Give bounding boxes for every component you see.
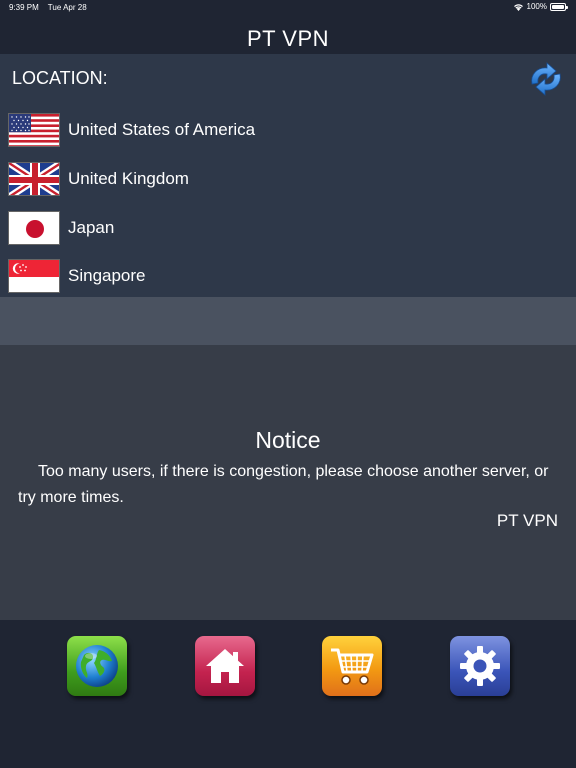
server-name: United Kingdom (68, 169, 189, 189)
refresh-button[interactable] (526, 62, 566, 96)
tab-bar (0, 620, 576, 768)
wifi-icon (513, 3, 523, 11)
server-item-uk[interactable]: United Kingdom (0, 155, 576, 204)
server-name: Singapore (68, 266, 146, 286)
server-name: Japan (68, 217, 115, 237)
location-header: LOCATION: (12, 68, 108, 88)
app-title: PT VPN (246, 26, 330, 51)
location-panel: LOCATION: United States of America Unite… (0, 54, 576, 297)
status-date: Tue Apr 28 (47, 3, 87, 12)
battery-icon (550, 2, 568, 11)
japan-flag-icon (8, 210, 60, 245)
gear-icon (460, 646, 500, 686)
cart-tab-button[interactable] (322, 636, 382, 696)
settings-tab-button[interactable] (450, 636, 510, 696)
singapore-flag-icon (8, 259, 60, 294)
status-bar: 9:39 PM Tue Apr 28 100% (0, 0, 576, 16)
divider-band (0, 297, 576, 345)
refresh-icon (531, 62, 561, 96)
battery-percent: 100% (526, 2, 547, 11)
home-icon (206, 649, 244, 683)
notice-signature: PT VPN (496, 511, 558, 530)
server-list: United States of America United Kingdom (0, 106, 576, 301)
server-item-usa[interactable]: United States of America (0, 106, 576, 155)
notice-text: Too many users, if there is congestion, … (18, 463, 549, 506)
globe-tab-button[interactable] (67, 636, 127, 696)
status-right: 100% (513, 2, 568, 11)
status-left: 9:39 PM Tue Apr 28 (9, 3, 87, 12)
notice-panel: Notice Too many users, if there is conge… (0, 345, 576, 620)
status-time: 9:39 PM (9, 3, 39, 12)
server-item-singapore[interactable]: Singapore (0, 252, 576, 301)
server-name: United States of America (68, 120, 256, 140)
server-item-japan[interactable]: Japan (0, 203, 576, 252)
us-flag-icon (8, 113, 60, 148)
globe-icon (76, 645, 118, 687)
cart-icon (331, 648, 374, 685)
notice-title: Notice (255, 427, 321, 453)
uk-flag-icon (8, 162, 60, 197)
home-tab-button[interactable] (195, 636, 255, 696)
